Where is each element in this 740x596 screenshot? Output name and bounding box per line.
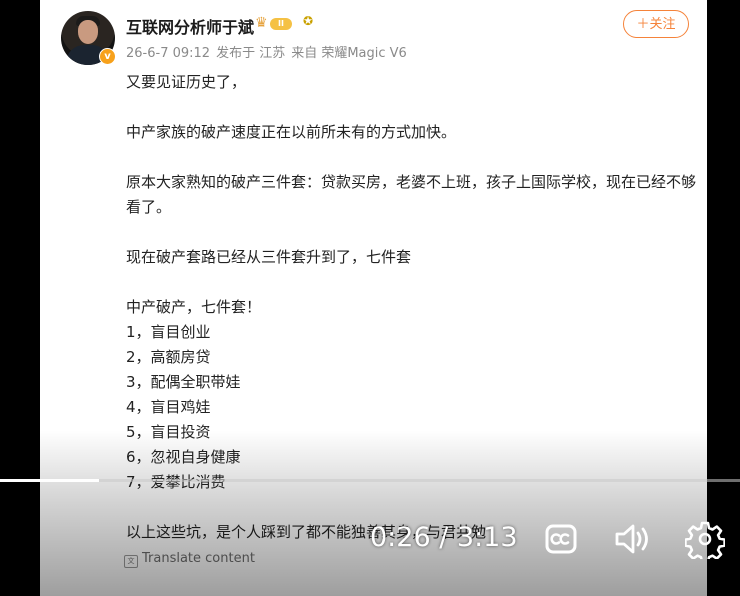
- list-title: 中产破产，七件套！: [126, 298, 262, 316]
- list-item: 1，盲目创业: [126, 323, 211, 341]
- list-item: 6，忽视自身健康: [126, 448, 241, 466]
- translate-label: Translate content: [142, 551, 255, 566]
- translate-icon: 文: [124, 555, 138, 568]
- paragraph: 原本大家熟知的破产三件套：贷款买房，老婆不上班，孩子上国际学校，现在已经不够看了…: [126, 173, 697, 216]
- volume-icon: [615, 524, 648, 554]
- translate-link[interactable]: 文 Translate content: [124, 551, 255, 568]
- level-badge: II: [270, 18, 292, 30]
- username[interactable]: 互联网分析师于斌: [126, 14, 254, 38]
- list-item: 5，盲目投资: [126, 423, 211, 441]
- list-item: 4，盲目鸡娃: [126, 398, 211, 416]
- settings-gear-icon: [684, 521, 726, 564]
- post-meta: 26-6-7 09:12 发布于 江苏 来自 荣耀Magic V6: [126, 42, 413, 61]
- fan-badge-icon: ✪: [303, 14, 314, 28]
- volume-button[interactable]: [612, 519, 652, 559]
- post-location: 发布于 江苏: [216, 46, 286, 61]
- follow-button[interactable]: ＋关注: [623, 10, 689, 38]
- avatar-face: [78, 20, 98, 44]
- list-item: 3，配偶全职带娃: [126, 373, 241, 391]
- paragraph: 中产家族的破产速度正在以前所未有的方式加快。: [126, 123, 457, 141]
- paragraph: 现在破产套路已经从三件套升到了，七件套: [126, 248, 412, 266]
- paragraph: 又要见证历史了，: [126, 73, 247, 91]
- list-item: 7，爱攀比消费: [126, 473, 226, 491]
- settings-button[interactable]: [684, 519, 726, 564]
- list-item: 2，高额房贷: [126, 348, 211, 366]
- post-source[interactable]: 来自 荣耀Magic V6: [291, 46, 407, 61]
- verified-icon: v: [99, 48, 116, 65]
- time-display: 0:26 / 3:13: [370, 522, 518, 553]
- closed-captions-icon: [545, 524, 577, 554]
- crown-icon: ♛: [255, 15, 268, 31]
- post-date: 26-6-7 09:12: [126, 46, 211, 61]
- post-content: 又要见证历史了， 中产家族的破产速度正在以前所未有的方式加快。 原本大家熟知的破…: [126, 70, 696, 545]
- closed-captions-button[interactable]: [541, 519, 581, 559]
- progress-bar[interactable]: [0, 479, 740, 482]
- progress-fill: [0, 479, 100, 482]
- video-frame[interactable]: v 互联网分析师于斌 ♛ II ✪ 26-6-7 09:12 发布于 江苏 来自 荣…: [0, 0, 740, 596]
